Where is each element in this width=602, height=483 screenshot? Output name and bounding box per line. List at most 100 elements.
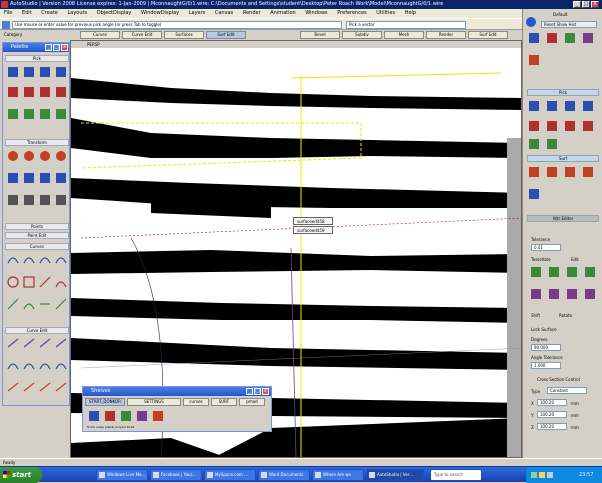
menu-layers[interactable]: Layers (189, 10, 206, 16)
tab-surf-edit-2[interactable]: Surf Edit (468, 31, 508, 39)
context-item-surfaceedit59[interactable]: surfaceedit59 (293, 226, 333, 234)
shelf-tab-curves[interactable]: curves (183, 398, 209, 406)
curve-tool-icons[interactable] (6, 253, 68, 323)
menu-windows[interactable]: Windows (305, 10, 327, 16)
menu-utilities[interactable]: Utilities (376, 10, 395, 16)
shelf-tab-settings[interactable]: SETTINGS (127, 398, 181, 406)
tab-mesh[interactable]: Mesh (384, 31, 424, 39)
lock-surface-label[interactable]: Lock Surface (531, 327, 557, 332)
menu-objectdisplay[interactable]: ObjectDisplay (97, 10, 132, 16)
default-label: Default (553, 12, 568, 17)
pick-panel-icons[interactable] (527, 99, 599, 153)
task-windows-live[interactable]: Windows Live Me... (96, 469, 148, 481)
shelf-item-planar[interactable]: planar (105, 425, 115, 429)
context-item-surfaceedit58[interactable]: surfaceedit58 (293, 217, 333, 225)
menu-file[interactable]: File (4, 10, 12, 16)
type-select[interactable]: Constant (547, 387, 587, 394)
shelf-item-trunk[interactable]: Trunk (87, 425, 95, 429)
command-line[interactable]: Use mouse or enter value for previous pi… (12, 21, 342, 29)
x-input[interactable]: 100.20 (537, 399, 567, 406)
globe-icon[interactable] (526, 17, 536, 27)
palette-section-curves[interactable]: Curves (5, 243, 69, 250)
menu-create[interactable]: Create (41, 10, 58, 16)
z-input[interactable]: 100.20 (537, 423, 567, 430)
volume-icon[interactable] (539, 472, 545, 478)
prompt-line[interactable]: Pick a vector (346, 21, 466, 29)
y-units: mm (571, 413, 579, 418)
angle-tolerance-label: Angle Tolerance (531, 355, 563, 360)
palette-minimize-button[interactable]: _ (45, 44, 52, 51)
pick-tool-icons[interactable] (6, 65, 68, 135)
transform-tool-icons[interactable] (6, 149, 68, 219)
shelf-tab-start-donkor[interactable]: START_DONKOR (85, 398, 125, 406)
reset-show-hist-button[interactable]: Reset Show Hist (541, 21, 597, 28)
curve-tools (6, 253, 68, 323)
surf-panel-icons[interactable] (527, 165, 599, 209)
menu-edit[interactable]: Edit (22, 10, 32, 16)
task-where-are-we[interactable]: Where Are we (312, 469, 364, 481)
search-box[interactable]: Type to search (430, 469, 482, 481)
tab-pick[interactable]: Pick (527, 89, 599, 96)
tab-curve-edit[interactable]: Curve Edit (122, 31, 162, 39)
tab-render[interactable]: Render (426, 31, 466, 39)
tab-surfaces[interactable]: Surfaces (164, 31, 204, 39)
viewport-header: PERSP (71, 41, 521, 48)
system-tray: 23:57 (526, 467, 602, 483)
degrees-input[interactable]: 90.000 (531, 344, 561, 351)
shelves-close-button[interactable]: x (262, 388, 269, 395)
minimize-button[interactable]: _ (573, 1, 581, 8)
clock[interactable]: 23:57 (579, 467, 593, 483)
task-myspace[interactable]: MySpace.com ... (204, 469, 256, 481)
tab-surf-edit[interactable]: Surf Edit (206, 31, 246, 39)
palette-close-button[interactable]: x (61, 44, 68, 51)
network-icon[interactable] (531, 472, 537, 478)
shelves-maximize-button[interactable]: □ (254, 388, 261, 395)
top-tool-icons[interactable] (527, 31, 599, 71)
antivirus-icon[interactable] (547, 472, 553, 478)
menu-animation[interactable]: Animation (270, 10, 296, 16)
angle-tolerance-input[interactable]: 1.000 (531, 362, 561, 369)
task-autostudio[interactable]: AutoStudio | Ver... (366, 469, 424, 481)
shelf-item-birail[interactable]: birail (127, 425, 134, 429)
close-button[interactable]: X (591, 1, 599, 8)
tessellate-icons[interactable] (529, 265, 601, 305)
attr-editor-header[interactable]: Attr Editor (527, 215, 599, 222)
shelf-tab-pmod[interactable]: pmod (239, 398, 265, 406)
menu-layouts[interactable]: Layouts (67, 10, 87, 16)
windows-flag-icon (3, 471, 10, 478)
tab-bevel[interactable]: Bevel (300, 31, 340, 39)
palette-section-transform[interactable]: Transform (5, 139, 69, 146)
task-label: MySpace.com ... (215, 472, 248, 477)
shelf-item-icons[interactable] (87, 409, 167, 423)
shelf-item-project[interactable]: project (115, 425, 125, 429)
tolerance-input[interactable]: 0.01 (531, 244, 561, 251)
palette-section-pick[interactable]: Pick (5, 55, 69, 62)
tab-curves[interactable]: Curves (80, 31, 120, 39)
shelf-tab-surf[interactable]: SURF (211, 398, 237, 406)
palette-maximize-button[interactable]: □ (53, 44, 60, 51)
palette-section-point-edit[interactable]: Point Edit (5, 232, 69, 239)
shelf-item-scale[interactable]: scale (96, 425, 104, 429)
folder-icon (261, 472, 267, 478)
tab-subdiv[interactable]: Subdiv (342, 31, 382, 39)
window-titlebar: AutoStudio | Version 2008 License expire… (0, 0, 602, 9)
x-units: mm (571, 401, 579, 406)
cross-section-label: Cross Section Control (537, 377, 580, 382)
start-button[interactable]: start (0, 467, 42, 483)
maximize-button[interactable]: □ (582, 1, 590, 8)
task-word-documents[interactable]: Word Documents (258, 469, 310, 481)
menu-help[interactable]: Help (405, 10, 416, 16)
menu-windowdisplay[interactable]: WindowDisplay (141, 10, 179, 16)
menu-render[interactable]: Render (243, 10, 261, 16)
shelves-minimize-button[interactable]: _ (246, 388, 253, 395)
command-icon (2, 21, 10, 29)
shelves-caption: Shelves _ □ x (83, 387, 271, 396)
menu-canvas[interactable]: Canvas (215, 10, 233, 16)
palette-section-curve-edit[interactable]: Curve Edit (5, 327, 69, 334)
menu-preferences[interactable]: Preferences (337, 10, 366, 16)
y-input[interactable]: 100.20 (537, 411, 567, 418)
tab-surf[interactable]: Surf (527, 155, 599, 162)
curve-edit-tool-icons[interactable] (6, 337, 68, 403)
palette-section-points[interactable]: Points (5, 223, 69, 230)
task-facebook[interactable]: Facebook | Your... (150, 469, 202, 481)
